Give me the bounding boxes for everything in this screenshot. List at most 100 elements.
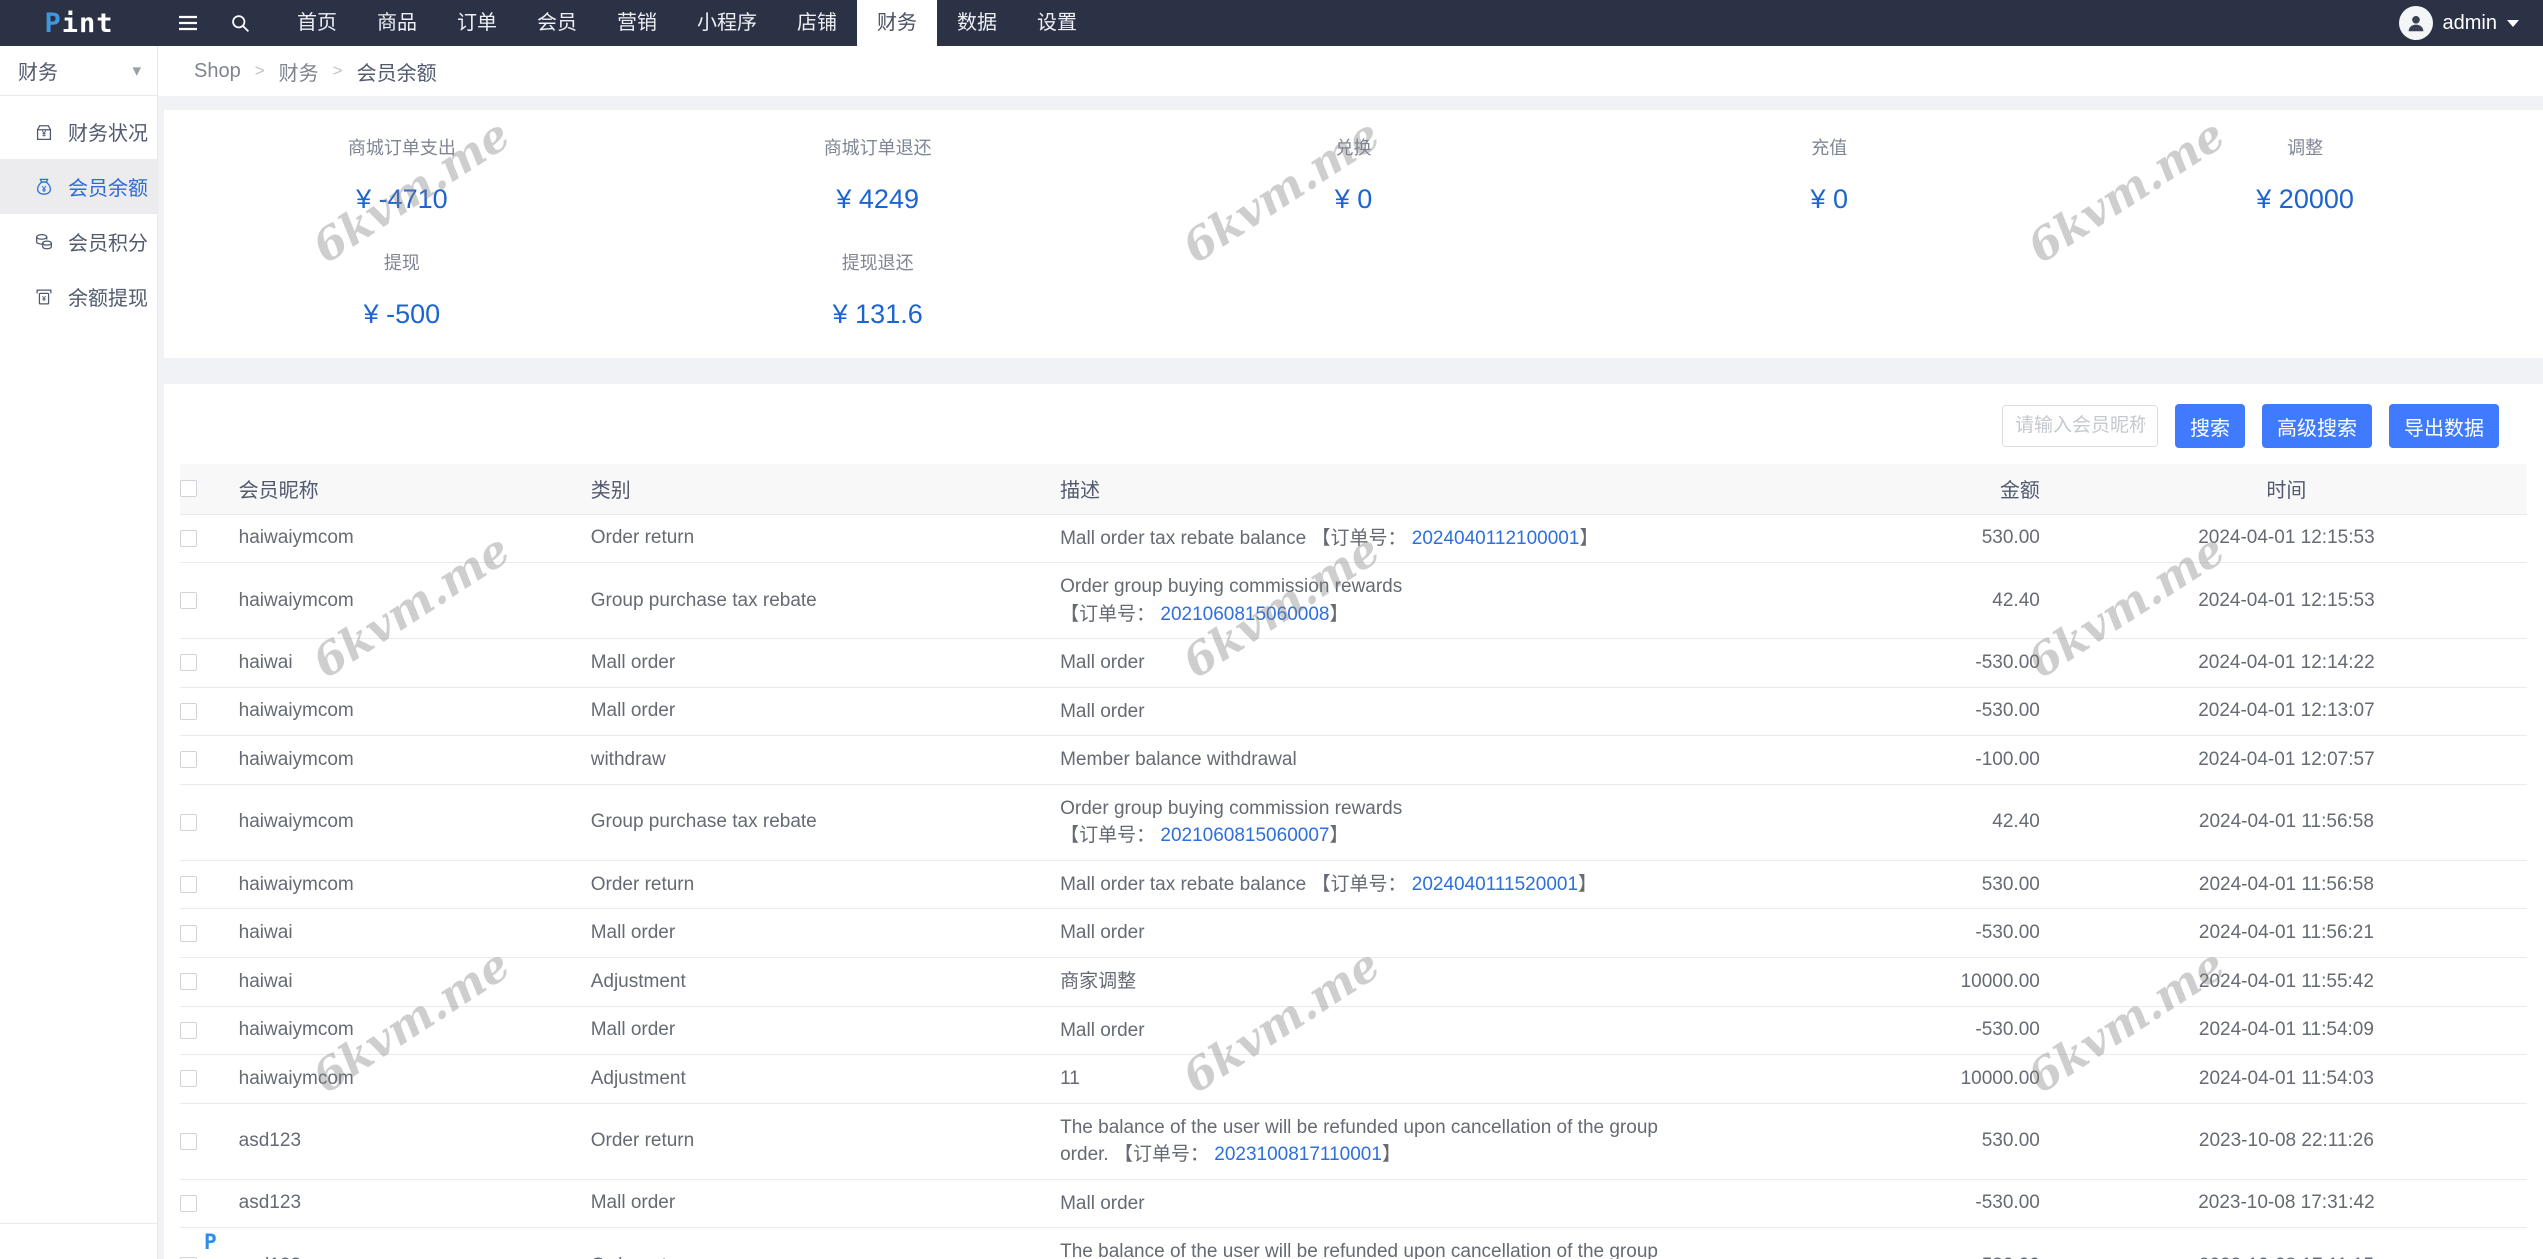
order-number-link[interactable]: 2021060815060007 <box>1160 825 1329 846</box>
nav-tab-7[interactable]: 店铺 <box>777 0 857 46</box>
export-data-button[interactable]: 导出数据 <box>2389 404 2499 448</box>
order-number-link[interactable]: 2021060815060008 <box>1160 604 1329 625</box>
description-cell: Mall order tax rebate balance 【订单号： 2024… <box>1060 514 1717 563</box>
header-time: 时间 <box>2046 464 2527 514</box>
select-all-checkbox[interactable] <box>180 480 197 497</box>
member-nickname-cell: asd123 <box>239 1228 591 1259</box>
advanced-search-button[interactable]: 高级搜索 <box>2262 404 2372 448</box>
row-checkbox[interactable] <box>180 703 197 720</box>
description-cell: Order group buying commission rewards 【订… <box>1060 563 1717 639</box>
table-row: haiwaiymcomMall orderMall order-530.0020… <box>180 1006 2527 1055</box>
row-checkbox[interactable] <box>180 751 197 768</box>
table-row: haiwaiMall orderMall order-530.002024-04… <box>180 909 2527 958</box>
table-row: asd123Order returnThe balance of the use… <box>180 1228 2527 1259</box>
time-cell: 2024-04-01 12:07:57 <box>2046 736 2527 785</box>
description-text: 11 <box>1060 1068 1080 1089</box>
description-text: Mall order tax rebate balance <box>1060 528 1311 549</box>
table-row: haiwaiymcomOrder returnMall order tax re… <box>180 514 2527 563</box>
caret-down-icon: ▾ <box>132 61 141 81</box>
nav-tab-6[interactable]: 小程序 <box>677 0 777 46</box>
main-content: 商城订单支出¥ -4710商城订单退还¥ 4249兑换¥ 0充值¥ 0调整¥ 2… <box>158 96 2543 1259</box>
description-cell: Mall order <box>1060 639 1717 688</box>
member-nickname-cell: haiwai <box>239 639 591 688</box>
header-member-nickname: 会员昵称 <box>239 464 591 514</box>
row-checkbox[interactable] <box>180 1195 197 1212</box>
member-nickname-cell: asd123 <box>239 1103 591 1179</box>
row-checkbox[interactable] <box>180 1070 197 1087</box>
row-checkbox[interactable] <box>180 876 197 893</box>
order-number-link[interactable]: 2024040112100001 <box>1412 528 1580 549</box>
stat-label: 商城订单支出 <box>164 134 640 160</box>
breadcrumb-item-1[interactable]: Shop <box>194 60 241 83</box>
row-checkbox[interactable] <box>180 814 197 831</box>
app-logo: Pint <box>0 8 158 39</box>
nav-tab-8[interactable]: 财务 <box>857 0 937 46</box>
row-checkbox[interactable] <box>180 530 197 547</box>
search-toolbar: 搜索高级搜索导出数据 <box>180 398 2527 464</box>
sidebar-item-3[interactable]: 会员积分 <box>0 214 157 269</box>
stat-value[interactable]: ¥ 0 <box>1116 184 1592 215</box>
chevron-down-icon <box>2507 20 2519 33</box>
sidebar-item-label: 余额提现 <box>68 282 148 311</box>
table-row: haiwaiymcomGroup purchase tax rebateOrde… <box>180 563 2527 639</box>
table-row: haiwaiMall orderMall order-530.002024-04… <box>180 639 2527 688</box>
stat-value[interactable]: ¥ -500 <box>164 299 640 330</box>
member-nickname-cell: haiwaiymcom <box>239 687 591 736</box>
amount-cell: -530.00 <box>1717 1179 2046 1228</box>
order-number-link[interactable]: 2024040111520001 <box>1412 874 1578 895</box>
row-checkbox[interactable] <box>180 1022 197 1039</box>
stat-value[interactable]: ¥ 0 <box>1591 184 2067 215</box>
stat-value[interactable]: ¥ -4710 <box>164 184 640 215</box>
search-button[interactable]: 搜索 <box>2175 404 2245 448</box>
amount-cell: 42.40 <box>1717 563 2046 639</box>
row-checkbox[interactable] <box>180 973 197 990</box>
breadcrumb-item-3: 会员余额 <box>357 57 437 86</box>
amount-cell: 530.00 <box>1717 1228 2046 1259</box>
category-cell: Order return <box>591 1103 1060 1179</box>
order-ref: 【订单号： 2024040112100001】 <box>1311 528 1598 549</box>
global-search-icon[interactable] <box>218 0 263 46</box>
withdraw-icon: ¥ <box>33 286 55 308</box>
nav-tab-1[interactable]: 首页 <box>277 0 357 46</box>
sidebar-item-1[interactable]: ¥财务状况 <box>0 104 157 159</box>
member-nickname-input[interactable] <box>2002 405 2158 447</box>
row-checkbox[interactable] <box>180 654 197 671</box>
description-cell: Mall order <box>1060 909 1717 958</box>
amount-cell: -530.00 <box>1717 639 2046 688</box>
sidebar-item-4[interactable]: ¥ 余额提现 <box>0 269 157 324</box>
stat-label: 提现退还 <box>640 249 1116 275</box>
description-text: Member balance withdrawal <box>1060 749 1297 770</box>
username: admin <box>2443 12 2497 35</box>
row-checkbox[interactable] <box>180 592 197 609</box>
sidebar-item-2[interactable]: ¥会员余额 <box>0 159 157 214</box>
table-row: asd123Mall orderMall order-530.002023-10… <box>180 1179 2527 1228</box>
order-number-link[interactable]: 2023100817110001 <box>1214 1144 1382 1165</box>
description-text: The balance of the user will be refunded… <box>1060 1241 1658 1259</box>
nav-tab-2[interactable]: 商品 <box>357 0 437 46</box>
nav-tab-3[interactable]: 订单 <box>437 0 517 46</box>
category-cell: Group purchase tax rebate <box>591 563 1060 639</box>
description-text: Mall order <box>1060 701 1144 722</box>
sidebar-section-finance[interactable]: 财务 ▾ <box>0 46 157 96</box>
row-checkbox[interactable] <box>180 1133 197 1150</box>
nav-tab-10[interactable]: 设置 <box>1017 0 1097 46</box>
user-menu[interactable]: admin <box>2399 6 2519 40</box>
hamburger-menu-icon[interactable] <box>164 0 212 46</box>
amount-cell: 530.00 <box>1717 1103 2046 1179</box>
nav-tab-9[interactable]: 数据 <box>937 0 1017 46</box>
nav-tab-5[interactable]: 营销 <box>597 0 677 46</box>
amount-cell: -530.00 <box>1717 1006 2046 1055</box>
description-cell: Member balance withdrawal <box>1060 736 1717 785</box>
row-checkbox[interactable] <box>180 925 197 942</box>
nav-tab-4[interactable]: 会员 <box>517 0 597 46</box>
svg-text:¥: ¥ <box>42 184 47 193</box>
top-navbar: Pint 首页商品订单会员营销小程序店铺财务数据设置 admin <box>0 0 2543 46</box>
breadcrumb-item-2[interactable]: 财务 <box>279 57 319 86</box>
stat-card-1: 商城订单支出 ¥ -4710 <box>164 134 640 215</box>
description-cell: Order group buying commission rewards 【订… <box>1060 784 1717 860</box>
stat-value[interactable]: ¥ 20000 <box>2067 184 2543 215</box>
stat-value[interactable]: ¥ 4249 <box>640 184 1116 215</box>
stat-value[interactable]: ¥ 131.6 <box>640 299 1116 330</box>
description-cell: 11 <box>1060 1055 1717 1104</box>
stats-row-2: 提现¥ -500提现退还¥ 131.6 <box>164 249 2543 330</box>
